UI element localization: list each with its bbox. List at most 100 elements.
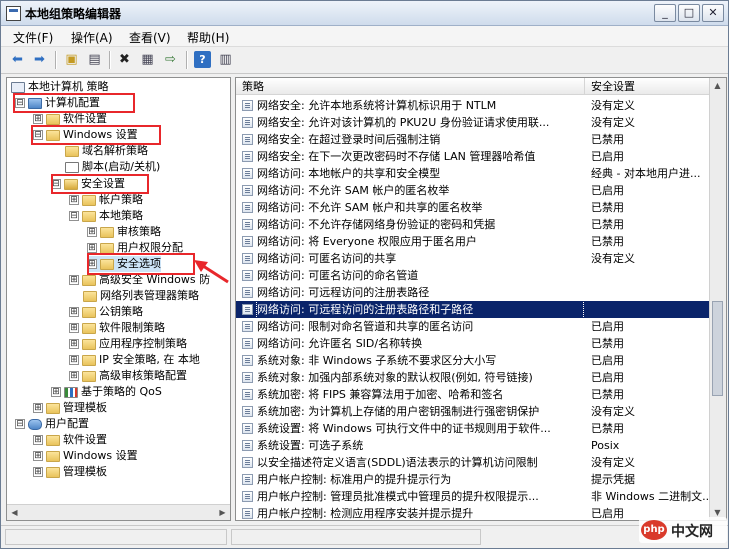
policy-row[interactable]: 网络访问: 可远程访问的注册表路径和子路径	[236, 300, 709, 319]
expand-icon[interactable]: ⊞	[69, 195, 79, 205]
expand-icon[interactable]: ⊞	[33, 451, 43, 461]
tree-item-software-restriction[interactable]: ⊞ 软件限制策略	[69, 320, 165, 336]
folder-icon	[82, 322, 96, 334]
expand-icon[interactable]: ⊞	[87, 243, 97, 253]
help-icon[interactable]: ?	[194, 51, 211, 68]
back-arrow-icon[interactable]: ⬅	[9, 51, 26, 68]
forward-arrow-icon[interactable]: ➡	[31, 51, 48, 68]
tree-item-network-list[interactable]: 网络列表管理器策略	[83, 288, 199, 304]
tree-item-audit-policy[interactable]: ⊞ 审核策略	[87, 224, 161, 240]
menu-help[interactable]: 帮助(H)	[187, 29, 229, 46]
expand-icon[interactable]: ⊞	[33, 114, 43, 124]
show-tree-icon[interactable]: ▤	[86, 51, 103, 68]
policy-name: 网络访问: 不允许 SAM 帐户和共享的匿名枚举	[257, 201, 483, 214]
collapse-icon[interactable]: ⊟	[69, 211, 79, 221]
expand-icon[interactable]: ⊞	[69, 323, 79, 333]
policy-row[interactable]: 网络安全: 允许对该计算机的 PKU2U 身份验证请求使用联... 没有定义	[236, 114, 709, 131]
minimize-button[interactable]: _	[654, 4, 676, 22]
tree-item-user-software-settings[interactable]: ⊞ 软件设置	[33, 432, 107, 448]
policy-name: 系统设置: 将 Windows 可执行文件中的证书规则用于软件...	[257, 422, 551, 435]
policy-row[interactable]: 网络访问: 允许匿名 SID/名称转换 已禁用	[236, 335, 709, 352]
tree-item-public-key[interactable]: ⊞ 公钥策略	[69, 304, 143, 320]
tree-item-ip-security[interactable]: ⊞ IP 安全策略, 在 本地	[69, 352, 200, 368]
column-header-policy[interactable]: 策略	[236, 78, 585, 95]
policy-row[interactable]: 系统对象: 非 Windows 子系统不要求区分大小写 已启用	[236, 352, 709, 369]
policy-row[interactable]: 系统加密: 将 FIPS 兼容算法用于加密、哈希和签名 已禁用	[236, 386, 709, 403]
tree-item-local-policies[interactable]: ⊟ 本地策略	[69, 208, 143, 224]
policy-row[interactable]: 系统加密: 为计算机上存储的用户密钥强制进行强密钥保护 没有定义	[236, 403, 709, 420]
policy-row[interactable]: 网络访问: 可远程访问的注册表路径	[236, 284, 709, 301]
annotation-arrow-icon	[194, 260, 229, 284]
list-vertical-scrollbar[interactable]: ▲ ▼	[709, 78, 726, 520]
tree-item-user-config[interactable]: ⊟ 用户配置	[15, 416, 89, 432]
scroll-thumb[interactable]	[712, 301, 723, 396]
policy-row[interactable]: 系统设置: 可选子系统 Posix	[236, 437, 709, 454]
expand-icon[interactable]: ⊞	[33, 467, 43, 477]
tree-item-account-policy[interactable]: ⊞ 帐户策略	[69, 192, 143, 208]
expand-icon[interactable]: ⊞	[69, 339, 79, 349]
scroll-left-icon[interactable]: ◀	[9, 507, 20, 518]
collapse-icon[interactable]: ⊟	[15, 419, 25, 429]
policy-row[interactable]: 网络访问: 限制对命名管道和共享的匿名访问 已启用	[236, 318, 709, 335]
tree-item-qos[interactable]: ⊞ 基于策略的 QoS	[51, 384, 162, 400]
expand-icon[interactable]: ⊞	[87, 227, 97, 237]
toolbar-separator	[186, 51, 188, 69]
policy-row[interactable]: 网络安全: 在超过登录时间后强制注销 已禁用	[236, 131, 709, 148]
maximize-button[interactable]: □	[678, 4, 700, 22]
policy-row[interactable]: 网络访问: 可匿名访问的命名管道	[236, 267, 709, 284]
expand-icon[interactable]: ⊞	[51, 387, 61, 397]
policy-list[interactable]: 策略 安全设置 网络安全: 允许本地系统将计算机标识用于 NTLM 没有定义 网络安…	[235, 77, 727, 521]
watermark: php 中文网	[639, 517, 727, 543]
policy-row[interactable]: 网络访问: 将 Everyone 权限应用于匿名用户 已禁用	[236, 233, 709, 250]
expand-icon[interactable]: ⊞	[69, 355, 79, 365]
policy-row[interactable]: 网络访问: 可匿名访问的共享 没有定义	[236, 250, 709, 267]
menu-file[interactable]: 文件(F)	[13, 29, 53, 46]
policy-row[interactable]: 网络访问: 不允许存储网络身份验证的密码和凭据 已禁用	[236, 216, 709, 233]
toolbar-separator	[55, 51, 57, 69]
folder-icon	[82, 210, 96, 222]
menu-view[interactable]: 查看(V)	[129, 29, 171, 46]
policy-row[interactable]: 系统设置: 将 Windows 可执行文件中的证书规则用于软件... 已禁用	[236, 420, 709, 437]
security-setting-value: 没有定义	[591, 116, 635, 129]
policy-row[interactable]: 网络访问: 本地帐户的共享和安全模型 经典 - 对本地用户进...	[236, 165, 709, 182]
tree-item-app-control[interactable]: ⊞ 应用程序控制策略	[69, 336, 187, 352]
policy-setting-icon	[242, 151, 253, 162]
folder-icon	[82, 354, 96, 366]
expand-icon[interactable]: ⊞	[69, 307, 79, 317]
delete-icon[interactable]: ✖	[116, 51, 133, 68]
up-folder-icon[interactable]: ▣	[63, 51, 80, 68]
view-icon[interactable]: ▥	[217, 51, 234, 68]
policy-setting-icon	[242, 457, 253, 468]
policy-name: 系统对象: 非 Windows 子系统不要求区分大小写	[257, 354, 497, 367]
expand-icon[interactable]: ⊞	[33, 403, 43, 413]
close-button[interactable]: ✕	[702, 4, 724, 22]
tree-item-scripts[interactable]: 脚本(启动/关机)	[65, 159, 160, 175]
policy-row[interactable]: 网络访问: 不允许 SAM 帐户的匿名枚举 已启用	[236, 182, 709, 199]
policy-row[interactable]: 网络访问: 不允许 SAM 帐户和共享的匿名枚举 已禁用	[236, 199, 709, 216]
export-icon[interactable]: ⇨	[162, 51, 179, 68]
tree-horizontal-scrollbar[interactable]: ◀ ▶	[7, 504, 230, 520]
policy-row[interactable]: 以安全描述符定义语言(SDDL)语法表示的计算机访问限制 没有定义	[236, 454, 709, 471]
policy-row[interactable]: 用户帐户控制: 标准用户的提升提示行为 提示凭据	[236, 471, 709, 488]
column-header-security-setting[interactable]: 安全设置	[585, 78, 710, 95]
security-setting-value: 经典 - 对本地用户进...	[591, 167, 701, 180]
expand-icon[interactable]: ⊞	[33, 435, 43, 445]
properties-icon[interactable]: ▦	[139, 51, 156, 68]
expand-icon[interactable]: ⊞	[69, 275, 79, 285]
tree-item-name-resolution[interactable]: 域名解析策略	[65, 143, 148, 159]
tree-item-advanced-audit[interactable]: ⊞ 高级审核策略配置	[69, 368, 187, 384]
folder-icon	[82, 274, 96, 286]
console-tree[interactable]: 本地计算机 策略 ⊟ 计算机配置 ⊞ 软件设置 ⊟ Windows 设置 域名解析策略…	[6, 77, 231, 521]
policy-row[interactable]: 系统对象: 加强内部系统对象的默认权限(例如, 符号链接) 已启用	[236, 369, 709, 386]
policy-row[interactable]: 网络安全: 在下一次更改密码时不存储 LAN 管理器哈希值 已启用	[236, 148, 709, 165]
tree-item-user-admin-templates[interactable]: ⊞ 管理模板	[33, 464, 107, 480]
tree-item-admin-templates[interactable]: ⊞ 管理模板	[33, 400, 107, 416]
scroll-up-icon[interactable]: ▲	[712, 80, 723, 91]
expand-icon[interactable]: ⊞	[69, 371, 79, 381]
policy-row[interactable]: 网络安全: 允许本地系统将计算机标识用于 NTLM 没有定义	[236, 97, 709, 114]
policy-row[interactable]: 用户帐户控制: 管理员批准模式中管理员的提升权限提示... 非 Windows 二…	[236, 488, 709, 505]
policy-name: 以安全描述符定义语言(SDDL)语法表示的计算机访问限制	[257, 456, 538, 469]
menu-action[interactable]: 操作(A)	[71, 29, 113, 46]
tree-item-user-windows-settings[interactable]: ⊞ Windows 设置	[33, 448, 138, 464]
scroll-right-icon[interactable]: ▶	[217, 507, 228, 518]
